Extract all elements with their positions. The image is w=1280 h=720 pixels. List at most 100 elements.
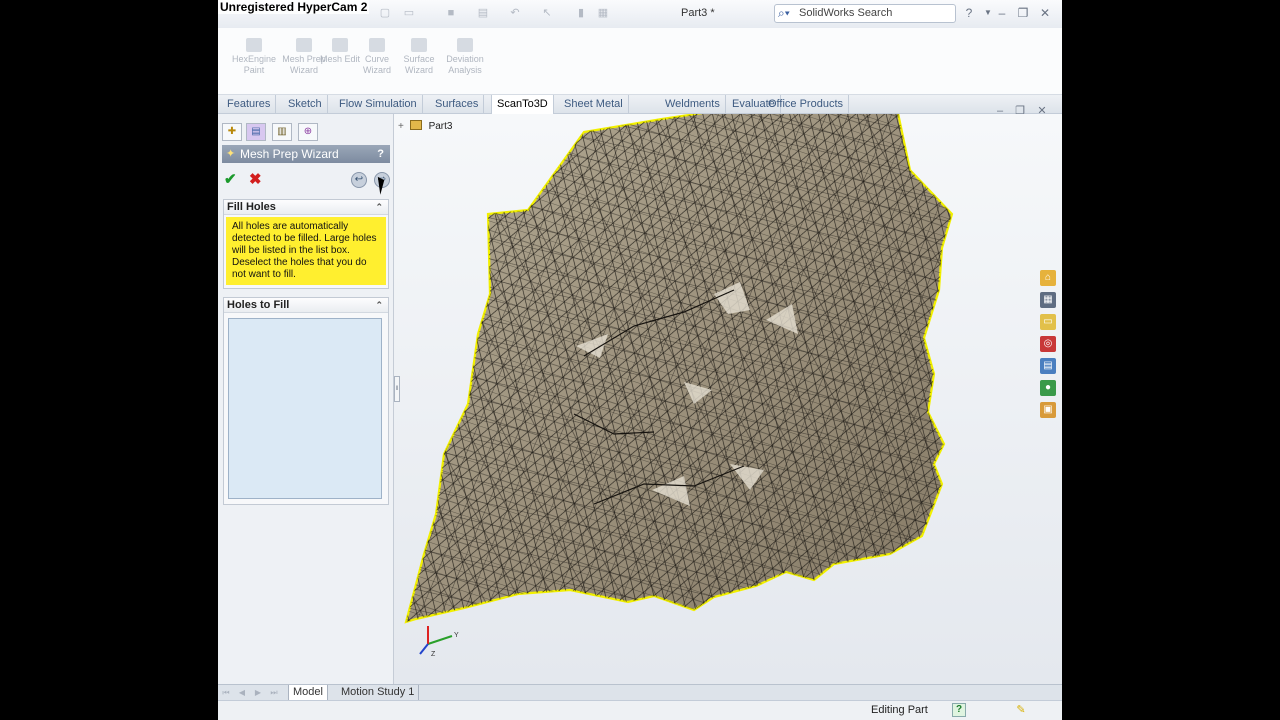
holes-to-fill-group: Holes to Fill ⌃ — [223, 297, 389, 505]
view-palette-icon[interactable]: ▤ — [1040, 358, 1056, 374]
close-button[interactable]: ✕ — [1037, 5, 1053, 21]
part-icon — [409, 120, 422, 130]
help-icon[interactable]: ? — [377, 145, 384, 163]
ribbon-button-hexengine-paint[interactable]: HexEngine Paint — [232, 38, 276, 76]
file-explorer-icon[interactable]: ▭ — [1040, 314, 1056, 330]
scan-mesh-model[interactable] — [394, 114, 1062, 686]
ribbon-button-deviation-analysis[interactable]: Deviation Analysis — [443, 38, 487, 76]
new-icon[interactable]: ▢ — [378, 7, 392, 20]
command-manager-ribbon: HexEngine Paint Mesh Prep Wizard Mesh Ed… — [218, 28, 1062, 95]
paint-icon — [246, 38, 262, 52]
prev-tab-arrow-icon[interactable]: ◀ — [236, 687, 248, 698]
triad-z-axis — [419, 643, 429, 655]
panel-splitter-handle[interactable]: ‖ — [394, 376, 400, 402]
status-text: Editing Part — [871, 704, 928, 716]
ribbon-button-curve-wizard[interactable]: Curve Wizard — [355, 38, 399, 76]
wizard-icon: ✦ — [226, 148, 236, 160]
feature-tree-root[interactable]: + Part3 — [398, 120, 452, 132]
viewport-close-button[interactable]: ✕ — [1035, 104, 1049, 118]
tab-sheet-metal[interactable]: Sheet Metal — [559, 95, 629, 114]
tab-scanto3d[interactable]: ScanTo3D — [491, 95, 554, 114]
appearances-icon[interactable]: ● — [1040, 380, 1056, 396]
holes-to-fill-title: Holes to Fill — [227, 299, 290, 311]
cancel-button[interactable]: ✖ — [249, 170, 262, 188]
undo-icon[interactable]: ↶ — [508, 7, 522, 20]
coordinate-triad: Y Z — [419, 626, 459, 658]
tab-surfaces[interactable]: Surfaces — [430, 95, 485, 114]
property-manager-title: Mesh Prep Wizard — [240, 147, 339, 161]
open-icon[interactable]: ▭ — [402, 7, 416, 20]
status-help-icon[interactable]: ? — [952, 703, 966, 717]
save-icon[interactable]: ■ — [444, 7, 458, 20]
rebuild-icon[interactable]: ▮ — [574, 7, 588, 20]
ok-button[interactable]: ✔ — [224, 170, 237, 188]
print-icon[interactable]: ▤ — [476, 7, 490, 20]
next-tab-arrow-icon[interactable]: ▶ — [252, 687, 264, 698]
bottom-tabs: ⏮ ◀ ▶ ⏭ Model Motion Study 1 — [218, 684, 1062, 700]
fill-holes-title: Fill Holes — [227, 201, 276, 213]
recorder-watermark: Unregistered HyperCam 2 — [218, 0, 370, 14]
fill-holes-message: All holes are automatically detected to … — [226, 217, 386, 285]
tab-weldments[interactable]: Weldments — [660, 95, 726, 114]
minimize-button[interactable]: – — [994, 5, 1010, 21]
help-icon[interactable]: ? — [961, 5, 977, 21]
triad-label-y: Y — [454, 632, 459, 639]
tab-model[interactable]: Model — [288, 685, 328, 700]
restore-button[interactable]: ❐ — [1015, 5, 1031, 21]
expand-icon[interactable]: + — [398, 121, 407, 132]
property-manager-panel: ✚ ▤ ▥ ⊕ ✦ Mesh Prep Wizard ? ✔ ✖ ↩ ⇨ Fil… — [218, 114, 394, 686]
tab-sketch[interactable]: Sketch — [283, 95, 328, 114]
property-manager-header: ✦ Mesh Prep Wizard ? — [222, 145, 390, 163]
first-tab-arrow-icon[interactable]: ⏮ — [220, 687, 232, 698]
task-pane-tabs: ⌂ ▦ ▭ ◎ ▤ ● ▣ — [1040, 270, 1058, 424]
tab-features[interactable]: Features — [222, 95, 277, 114]
rebuild-status-icon[interactable]: ✎ — [1014, 703, 1028, 717]
viewport-minimize-button[interactable]: – — [993, 104, 1007, 118]
ribbon-button-label: Curve Wizard — [362, 54, 391, 75]
select-icon[interactable]: ↖ — [540, 7, 554, 20]
mouse-pointer — [377, 175, 393, 195]
back-button[interactable]: ↩ — [351, 172, 367, 188]
viewport-restore-button[interactable]: ❐ — [1013, 104, 1027, 118]
surface-wizard-icon — [411, 38, 427, 52]
ribbon-button-surface-wizard[interactable]: Surface Wizard — [397, 38, 441, 76]
holes-to-fill-group-header[interactable]: Holes to Fill ⌃ — [224, 298, 388, 313]
command-manager-tabs: Features Sketch Flow Simulation Surfaces… — [218, 95, 1062, 114]
ribbon-button-label: Deviation Analysis — [446, 54, 484, 75]
search-icon: ⌕▾ — [778, 6, 790, 20]
collapse-icon[interactable]: ⌃ — [375, 200, 383, 215]
search-icon[interactable]: ◎ — [1040, 336, 1056, 352]
ribbon-button-label: Surface Wizard — [403, 54, 435, 75]
graphics-area[interactable]: + Part3 Y Z ⌂ ▦ ▭ ◎ ▤ ● ▣ — [394, 114, 1062, 686]
feature-tree-root-label: Part3 — [428, 121, 453, 132]
ribbon-button-label: Mesh Edit — [319, 54, 361, 64]
search-input[interactable]: ⌕▾ SolidWorks Search — [774, 4, 956, 23]
home-icon[interactable]: ⌂ — [1040, 270, 1056, 286]
mesh-wizard-icon — [296, 38, 312, 52]
dimxpert-manager-tab-icon[interactable]: ⊕ — [298, 123, 318, 141]
document-title: Part3 * — [681, 7, 715, 19]
ribbon-button-label: HexEngine Paint — [232, 54, 277, 75]
tab-flow-simulation[interactable]: Flow Simulation — [334, 95, 423, 114]
collapse-icon[interactable]: ⌃ — [375, 298, 383, 313]
status-bar: Editing Part ? ✎ — [218, 700, 1062, 720]
feature-manager-tab-icon[interactable]: ✚ — [222, 123, 242, 141]
triad-x-axis — [427, 635, 453, 645]
tab-motion-study-1[interactable]: Motion Study 1 — [337, 685, 420, 700]
deviation-icon — [457, 38, 473, 52]
holes-list-box[interactable] — [228, 318, 382, 499]
last-tab-arrow-icon[interactable]: ⏭ — [268, 687, 280, 698]
mesh-edit-icon — [332, 38, 348, 52]
mesh-wireframe-secondary — [406, 114, 952, 622]
curve-wizard-icon — [369, 38, 385, 52]
tab-office-products[interactable]: Office Products — [763, 95, 849, 114]
options-icon[interactable]: ▦ — [596, 7, 610, 20]
search-placeholder: SolidWorks Search — [799, 7, 893, 19]
solidworks-window: ▢ ▭ ■ ▤ ↶ ↖ ▮ ▦ Part3 * ⌕▾ SolidWorks Se… — [218, 0, 1062, 720]
fill-holes-group-header[interactable]: Fill Holes ⌃ — [224, 200, 388, 215]
custom-properties-icon[interactable]: ▣ — [1040, 402, 1056, 418]
design-library-icon[interactable]: ▦ — [1040, 292, 1056, 308]
fill-holes-group: Fill Holes ⌃ All holes are automatically… — [223, 199, 389, 289]
property-manager-tab-icon[interactable]: ▤ — [246, 123, 266, 141]
configuration-manager-tab-icon[interactable]: ▥ — [272, 123, 292, 141]
